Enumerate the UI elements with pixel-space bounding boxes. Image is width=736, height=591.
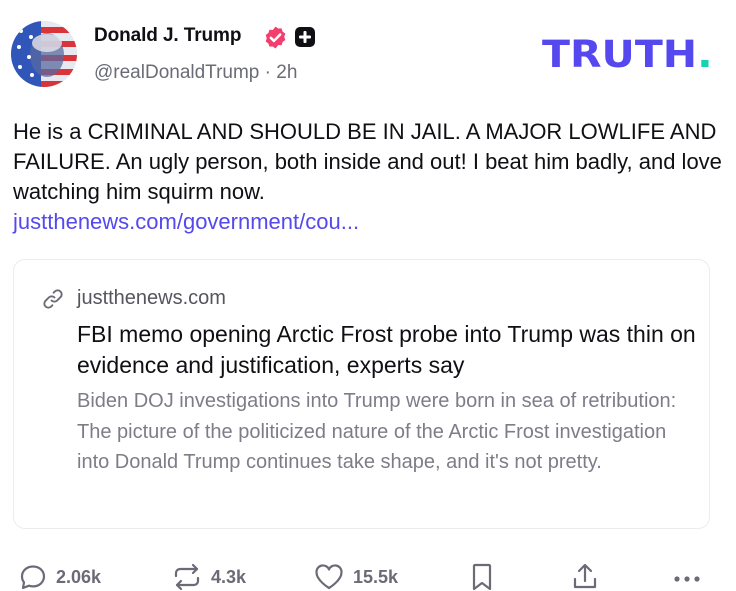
handle-row: @realDonaldTrump · 2h (94, 62, 297, 84)
bookmark-icon (472, 563, 492, 591)
reply-count: 2.06k (56, 566, 102, 587)
action-bar: 2.06k 4.3k 15.5k (0, 563, 736, 591)
avatar[interactable] (11, 21, 77, 87)
like-count: 15.5k (353, 566, 399, 587)
separator: · (264, 62, 271, 83)
link-preview-card[interactable]: justthenews.com FBI memo opening Arctic … (13, 259, 710, 529)
display-name[interactable]: Donald J. Trump (94, 25, 241, 47)
card-domain: justthenews.com (77, 287, 226, 309)
logo-dot: . (697, 32, 713, 77)
post-link[interactable]: justthenews.com/government/cou... (13, 207, 728, 237)
truth-logo[interactable]: TRUTH. (542, 32, 713, 76)
verified-badge-icon (265, 26, 286, 49)
reply-icon (20, 565, 46, 590)
retruth-button[interactable]: 4.3k (171, 563, 246, 591)
more-button[interactable] (672, 563, 702, 591)
link-icon (43, 289, 63, 309)
reply-button[interactable]: 2.06k (18, 563, 101, 591)
like-icon (315, 564, 343, 590)
truth-plus-icon (295, 27, 315, 47)
logo-text: TRUTH (542, 32, 698, 77)
card-description: Biden DOJ investigations into Trump were… (77, 390, 677, 473)
retruth-icon (174, 563, 200, 591)
timestamp[interactable]: 2h (276, 62, 297, 83)
handle[interactable]: @realDonaldTrump (94, 62, 259, 83)
post-body: He is a CRIMINAL AND SHOULD BE IN JAIL. … (13, 117, 728, 237)
more-icon (674, 576, 700, 582)
post-text: He is a CRIMINAL AND SHOULD BE IN JAIL. … (13, 119, 722, 204)
like-button[interactable]: 15.5k (313, 563, 398, 591)
share-icon (573, 563, 597, 589)
post-container: Donald J. Trump @realDonaldTrump · 2h TR… (0, 0, 736, 591)
retruth-count: 4.3k (211, 566, 247, 587)
share-button[interactable] (570, 563, 600, 591)
bookmark-button[interactable] (470, 563, 494, 591)
card-title: FBI memo opening Arctic Frost probe into… (77, 321, 696, 378)
